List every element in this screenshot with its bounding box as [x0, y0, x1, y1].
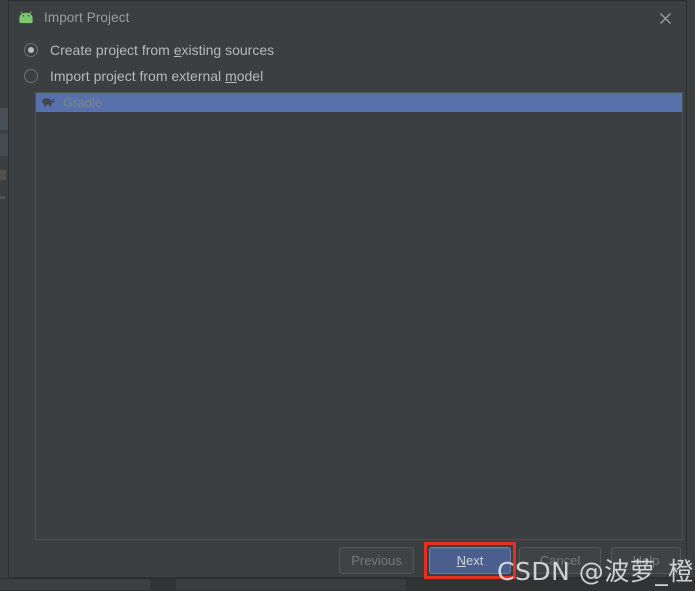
android-icon: [17, 9, 35, 27]
cancel-button-label: Cancel: [539, 553, 581, 568]
background-tool-window-fragment-1: [0, 108, 8, 130]
import-project-dialog: Import Project Create project from exist…: [8, 0, 688, 579]
radio-label-mnemonic: e: [173, 42, 182, 58]
gradle-elephant-icon: [41, 96, 56, 109]
radio-label-part-before: Create project from: [50, 42, 174, 58]
dialog-button-bar: Previous Next Cancel Help: [9, 542, 688, 579]
radio-label-create-from-existing-sources: Create project from existing sources: [50, 43, 274, 57]
radio-label-part-before: Import project from external: [50, 68, 226, 84]
list-item-gradle[interactable]: Gradle: [36, 93, 682, 112]
next-button-label: Next: [457, 553, 484, 568]
radio-indicator-import-from-external-model[interactable]: [24, 69, 38, 83]
background-tool-window-fragment-3: [0, 170, 6, 180]
background-tool-window-fragment-4: [0, 196, 5, 199]
radio-label-mnemonic: m: [225, 68, 237, 84]
screen-root: Import Project Create project from exist…: [0, 0, 695, 591]
dialog-titlebar: Import Project: [9, 1, 686, 34]
external-model-list[interactable]: Gradle: [35, 92, 683, 540]
background-status-bar-segment-2: [176, 579, 406, 590]
next-button-label-after: ext: [466, 553, 484, 568]
close-icon[interactable]: [654, 7, 676, 29]
next-button-mnemonic: N: [456, 553, 467, 568]
dialog-title: Import Project: [44, 9, 130, 25]
help-button-label: Help: [632, 553, 660, 568]
previous-button[interactable]: Previous: [339, 547, 414, 574]
radio-import-from-external-model[interactable]: Import project from external model: [9, 64, 686, 88]
background-status-bar-segment-1: [0, 579, 150, 590]
radio-create-from-existing-sources[interactable]: Create project from existing sources: [9, 38, 686, 62]
radio-dot: [28, 47, 34, 53]
help-button[interactable]: Help: [611, 547, 681, 574]
radio-label-part-after: odel: [236, 68, 264, 84]
background-tool-window-fragment-2: [0, 134, 8, 156]
radio-label-import-from-external-model: Import project from external model: [50, 69, 263, 83]
previous-button-label: Previous: [351, 553, 402, 568]
radio-indicator-create-from-existing-sources[interactable]: [24, 43, 38, 57]
cancel-button[interactable]: Cancel: [519, 547, 601, 574]
radio-label-part-after: xisting sources: [181, 42, 275, 58]
next-button[interactable]: Next: [429, 547, 511, 574]
list-item-label: Gradle: [63, 95, 103, 110]
